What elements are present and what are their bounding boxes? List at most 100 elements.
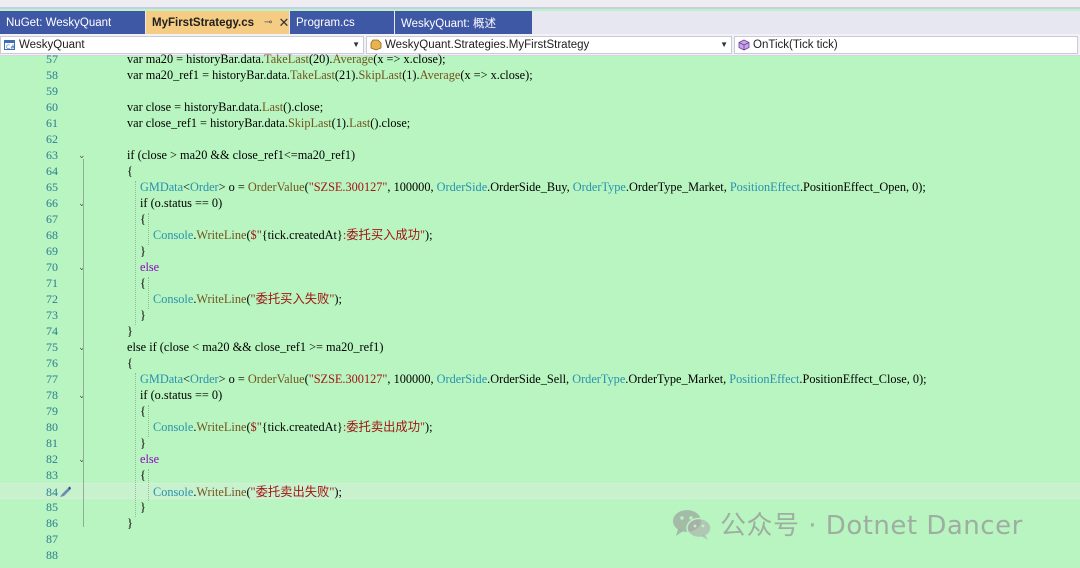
code-line[interactable]: 59	[0, 83, 1080, 99]
code-line[interactable]: 74}	[0, 323, 1080, 339]
line-number: 70	[46, 260, 58, 274]
code-token: .OrderType_Market,	[625, 180, 730, 194]
close-icon[interactable]: ✕	[278, 15, 289, 31]
code-token: (1).	[331, 116, 350, 130]
code-line[interactable]: 71 {	[0, 275, 1080, 291]
code-token: if (o.status == 0)	[140, 388, 223, 402]
code-line[interactable]: 80 Console.WriteLine($"{tick.createdAt}:委…	[0, 419, 1080, 435]
code-text: if (o.status == 0)	[140, 195, 222, 211]
code-text: {	[140, 211, 146, 227]
code-line[interactable]: 88	[0, 547, 1080, 563]
code-token: }	[140, 436, 146, 450]
code-line[interactable]: 65 GMData<Order> o = OrderValue("SZSE.300…	[0, 179, 1080, 195]
line-number: 67	[46, 212, 58, 226]
code-token: Order	[189, 372, 219, 386]
code-token: .OrderSide_Sell,	[487, 372, 573, 386]
code-editor[interactable]: 57 var ma20 = historyBar.data.TakeLast(20…	[0, 52, 1080, 568]
code-line[interactable]: 62	[0, 131, 1080, 147]
code-line[interactable]: 75 ⌄ else if (close < ma20 && close_ref1 >…	[0, 339, 1080, 355]
code-token: Last	[262, 100, 284, 114]
code-line[interactable]: 83 {	[0, 467, 1080, 483]
code-token: , 100000,	[387, 180, 437, 194]
tab-label: NuGet: WeskyQuant	[6, 16, 112, 29]
code-line[interactable]: 57 var ma20 = historyBar.data.TakeLast(20…	[0, 51, 1080, 67]
code-token: }	[140, 500, 146, 514]
line-number: 84	[46, 485, 58, 499]
code-token: .OrderType_Market,	[625, 372, 730, 386]
fold-toggle-icon[interactable]: ⌄	[78, 341, 86, 353]
code-token: {tick.createdAt}	[261, 228, 343, 242]
code-text: else	[140, 259, 159, 275]
line-number: 78	[46, 388, 58, 402]
code-line[interactable]: 77 GMData<Order> o = OrderValue("SZSE.300…	[0, 371, 1080, 387]
fold-toggle-icon[interactable]: ⌄	[78, 261, 86, 273]
edit-brush-icon[interactable]	[58, 485, 72, 499]
code-line[interactable]: 63 ⌄ if (close > ma20 && close_ref1<=ma20_…	[0, 147, 1080, 163]
code-text: {	[127, 355, 133, 371]
line-number: 64	[46, 164, 58, 178]
code-line[interactable]: 73}	[0, 307, 1080, 323]
code-text: }	[140, 243, 146, 259]
line-number: 79	[46, 404, 58, 418]
code-line[interactable]: 58 var ma20_ref1 = historyBar.data.TakeLa…	[0, 67, 1080, 83]
code-text: var ma20_ref1 = historyBar.data.TakeLast…	[127, 67, 533, 83]
code-token: Console	[153, 228, 194, 242]
tab-nuget-weskyquant[interactable]: NuGet: WeskyQuant	[0, 11, 146, 34]
code-text: {	[140, 467, 146, 483]
code-line[interactable]: 70 ⌄ else	[0, 259, 1080, 275]
code-token: .PositionEffect_Close, 0);	[799, 372, 927, 386]
code-text: Console.WriteLine("委托卖出失败");	[153, 484, 342, 500]
line-number: 76	[46, 356, 58, 370]
code-line[interactable]: 69}	[0, 243, 1080, 259]
code-line[interactable]: 60 var close = historyBar.data.Last().clo…	[0, 99, 1080, 115]
code-token: }	[127, 516, 133, 530]
code-text: GMData<Order> o = OrderValue("SZSE.30012…	[140, 371, 927, 387]
code-line[interactable]: 68 Console.WriteLine($"{tick.createdAt}:委…	[0, 227, 1080, 243]
tab-program-cs[interactable]: Program.cs	[290, 11, 395, 34]
code-token: SkipLast	[358, 68, 403, 82]
code-line[interactable]: 81}	[0, 435, 1080, 451]
tab-myfirststrategy[interactable]: MyFirstStrategy.cs ⊸ ✕	[146, 11, 290, 34]
code-token: }	[127, 324, 133, 338]
tab-weskyquant-overview[interactable]: WeskyQuant: 概述	[395, 11, 533, 34]
code-token: TakeLast	[264, 52, 309, 66]
line-number: 72	[46, 292, 58, 306]
code-line[interactable]: 64 {	[0, 163, 1080, 179]
fold-toggle-icon[interactable]: ⌄	[78, 149, 86, 161]
code-token: OrderType	[572, 180, 626, 194]
code-token: .PositionEffect_Open, 0);	[799, 180, 926, 194]
code-token: TakeLast	[290, 68, 335, 82]
code-line[interactable]: 79 {	[0, 403, 1080, 419]
code-line[interactable]: 61 var close_ref1 = historyBar.data.SkipL…	[0, 115, 1080, 131]
code-token: );	[425, 228, 433, 242]
code-token: Console	[153, 485, 194, 499]
class-icon	[370, 39, 382, 51]
code-token: SkipLast	[287, 116, 332, 130]
code-token: (20).	[308, 52, 333, 66]
code-line[interactable]: 72 Console.WriteLine("委托买入失败");	[0, 291, 1080, 307]
code-token: var ma20 = historyBar.data.	[127, 52, 265, 66]
code-token: }	[140, 244, 146, 258]
line-number: 58	[46, 68, 58, 82]
pin-icon[interactable]: ⊸	[264, 17, 272, 28]
code-token: {	[140, 276, 146, 290]
code-line[interactable]: 76 {	[0, 355, 1080, 371]
fold-toggle-icon[interactable]: ⌄	[78, 389, 86, 401]
code-token: var ma20_ref1 = historyBar.data.	[127, 68, 290, 82]
code-token: {	[127, 164, 133, 178]
code-line[interactable]: 84 Console.WriteLine("委托卖出失败");	[0, 483, 1080, 499]
code-text: Console.WriteLine($"{tick.createdAt}:委托买…	[153, 227, 433, 243]
code-line[interactable]: 78 ⌄ if (o.status == 0)	[0, 387, 1080, 403]
method-icon	[738, 39, 750, 51]
code-token: WriteLine	[196, 485, 247, 499]
fold-toggle-icon[interactable]: ⌄	[78, 453, 86, 465]
tab-label: WeskyQuant: 概述	[401, 17, 497, 30]
line-number: 68	[46, 228, 58, 242]
code-text: }	[140, 435, 146, 451]
code-line[interactable]: 67 {	[0, 211, 1080, 227]
code-line[interactable]: 66 ⌄ if (o.status == 0)	[0, 195, 1080, 211]
code-line[interactable]: 82 ⌄ else	[0, 451, 1080, 467]
watermark-text: 公众号 · Dotnet Dancer	[720, 511, 1023, 541]
code-token: :委托卖出成功"	[342, 420, 426, 434]
fold-toggle-icon[interactable]: ⌄	[78, 197, 86, 209]
